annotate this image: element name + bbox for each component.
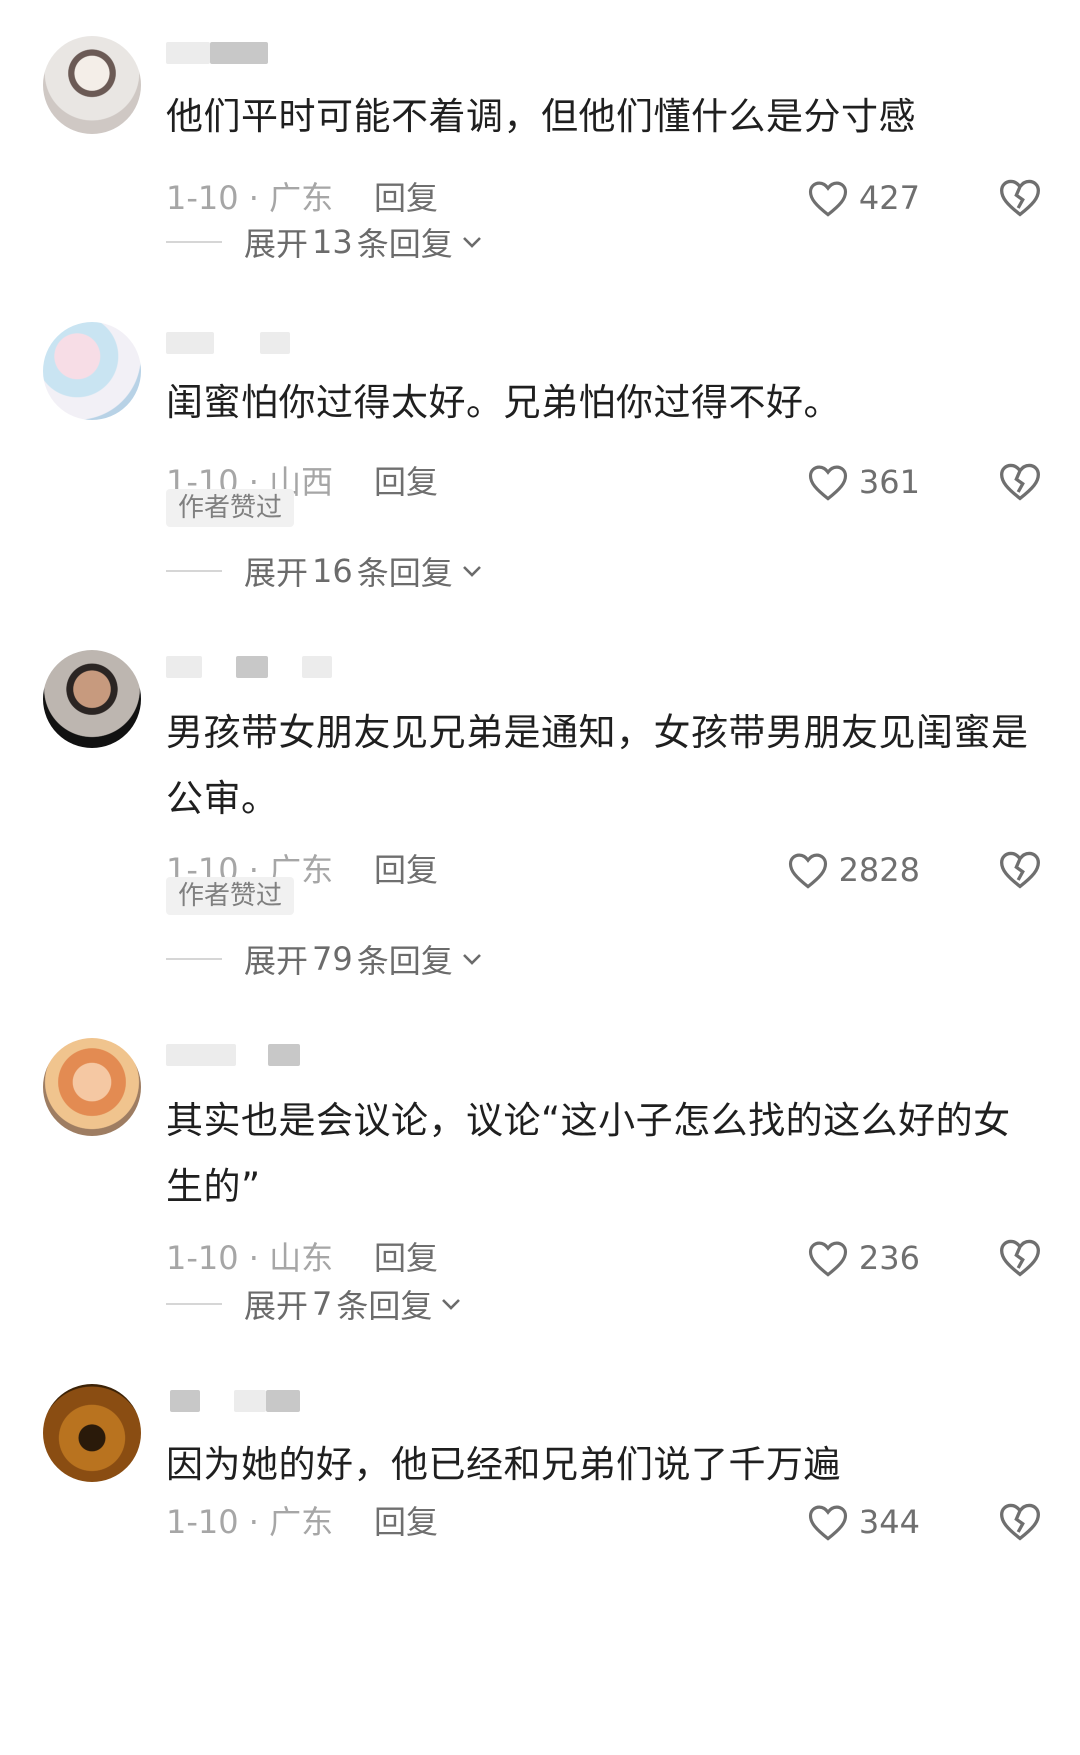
reply-button[interactable]: 回复 bbox=[374, 1500, 438, 1544]
comment-meta: 1-10 · 山东 回复 236 bbox=[166, 1236, 1046, 1280]
divider-dash bbox=[166, 570, 222, 572]
heart-outline-icon bbox=[808, 181, 847, 217]
author-liked-badge: 作者赞过 bbox=[166, 877, 295, 915]
dislike-button[interactable] bbox=[998, 1236, 1042, 1280]
expand-prefix: 展开 bbox=[244, 225, 309, 263]
like-count: 2828 bbox=[838, 851, 920, 889]
expand-replies-button[interactable]: 展开 13 条回复 bbox=[166, 220, 483, 264]
like-button[interactable]: 361 bbox=[807, 460, 920, 504]
like-button[interactable]: 2828 bbox=[787, 848, 920, 892]
broken-heart-icon bbox=[1000, 463, 1040, 501]
comment-text: 其实也是会议论，议论“这小子怎么找的这么好的女生的” bbox=[166, 1099, 1011, 1208]
divider-dash bbox=[166, 1303, 222, 1305]
dislike-button[interactable] bbox=[998, 1500, 1042, 1544]
comment-meta: 1-10 · 广东 回复 344 bbox=[166, 1500, 1046, 1544]
comment-list: 他们平时可能不着调，但他们懂什么是分寸感 1-10 · 广东 回复 427 展开… bbox=[0, 0, 1080, 1755]
like-count: 344 bbox=[858, 1503, 920, 1541]
comment-meta: 1-10 · 山西 回复 361 bbox=[166, 460, 1046, 504]
like-button[interactable]: 236 bbox=[807, 1236, 920, 1280]
chevron-down-icon bbox=[462, 566, 481, 577]
avatar[interactable] bbox=[43, 322, 141, 420]
username-redacted[interactable] bbox=[166, 38, 286, 68]
comment-meta: 1-10 · 广东 回复 2828 bbox=[166, 848, 1046, 892]
avatar[interactable] bbox=[43, 1038, 141, 1136]
expand-replies-button[interactable]: 展开 7 条回复 bbox=[166, 1282, 462, 1326]
reply-button[interactable]: 回复 bbox=[374, 460, 438, 504]
dislike-button[interactable] bbox=[998, 848, 1042, 892]
broken-heart-icon bbox=[1000, 1503, 1040, 1541]
username-redacted[interactable] bbox=[166, 652, 336, 682]
dislike-button[interactable] bbox=[998, 176, 1042, 220]
comment-text: 因为她的好，他已经和兄弟们说了千万遍 bbox=[166, 1443, 841, 1486]
like-count: 236 bbox=[858, 1239, 920, 1277]
comment-text: 闺蜜怕你过得太好。兄弟怕你过得不好。 bbox=[166, 381, 841, 424]
expand-prefix: 展开 bbox=[244, 942, 309, 980]
expand-suffix: 条回复 bbox=[356, 225, 453, 263]
heart-outline-icon bbox=[808, 1505, 847, 1541]
heart-outline-icon bbox=[788, 853, 827, 889]
heart-outline-icon bbox=[808, 465, 847, 501]
expand-replies-button[interactable]: 展开 79 条回复 bbox=[166, 937, 483, 981]
expand-suffix: 条回复 bbox=[336, 1287, 433, 1325]
expand-prefix: 展开 bbox=[244, 1287, 309, 1325]
username-redacted[interactable] bbox=[166, 1040, 306, 1070]
divider-dash bbox=[166, 958, 222, 960]
broken-heart-icon bbox=[1000, 1239, 1040, 1277]
chevron-down-icon bbox=[462, 954, 481, 965]
author-liked-badge: 作者赞过 bbox=[166, 489, 295, 527]
expand-prefix: 展开 bbox=[244, 554, 309, 592]
reply-button[interactable]: 回复 bbox=[374, 1236, 438, 1280]
avatar[interactable] bbox=[43, 1384, 141, 1482]
username-redacted[interactable] bbox=[166, 328, 306, 358]
comment-text: 男孩带女朋友见兄弟是通知，女孩带男朋友见闺蜜是公审。 bbox=[166, 711, 1029, 820]
avatar[interactable] bbox=[43, 36, 141, 134]
heart-outline-icon bbox=[808, 1241, 847, 1277]
like-count: 427 bbox=[858, 179, 920, 217]
reply-button[interactable]: 回复 bbox=[374, 176, 438, 220]
expand-count: 16 bbox=[312, 552, 353, 590]
comment-meta: 1-10 · 广东 回复 427 bbox=[166, 176, 1046, 220]
like-button[interactable]: 344 bbox=[807, 1500, 920, 1544]
divider-dash bbox=[166, 241, 222, 243]
reply-button[interactable]: 回复 bbox=[374, 848, 438, 892]
comment-text: 他们平时可能不着调，但他们懂什么是分寸感 bbox=[166, 95, 916, 138]
like-count: 361 bbox=[858, 463, 920, 501]
comment-date-location: 1-10 · 山东 bbox=[166, 1239, 334, 1277]
comment-date-location: 1-10 · 广东 bbox=[166, 179, 334, 217]
expand-suffix: 条回复 bbox=[356, 942, 453, 980]
expand-count: 79 bbox=[312, 940, 353, 978]
dislike-button[interactable] bbox=[998, 460, 1042, 504]
comment-date-location: 1-10 · 广东 bbox=[166, 1503, 334, 1541]
avatar[interactable] bbox=[43, 650, 141, 748]
expand-replies-button[interactable]: 展开 16 条回复 bbox=[166, 549, 483, 593]
chevron-down-icon bbox=[442, 1299, 461, 1310]
chevron-down-icon bbox=[462, 237, 481, 248]
broken-heart-icon bbox=[1000, 851, 1040, 889]
expand-suffix: 条回复 bbox=[356, 554, 453, 592]
expand-count: 13 bbox=[312, 223, 353, 261]
broken-heart-icon bbox=[1000, 179, 1040, 217]
username-redacted[interactable] bbox=[166, 1386, 306, 1416]
expand-count: 7 bbox=[312, 1285, 333, 1323]
like-button[interactable]: 427 bbox=[807, 176, 920, 220]
